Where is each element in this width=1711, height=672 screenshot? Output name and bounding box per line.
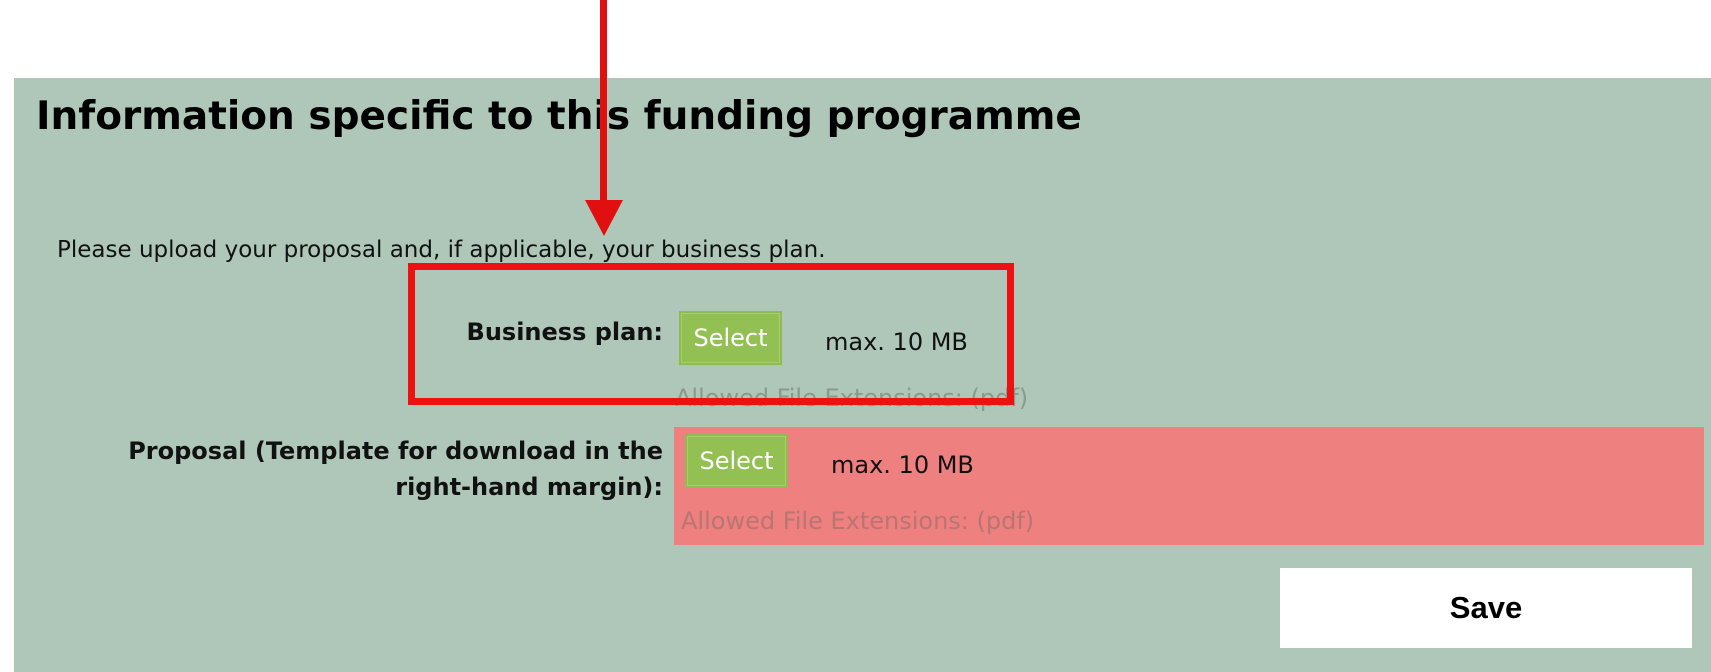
business-plan-max-size: max. 10 MB — [825, 328, 968, 356]
section-title: Information specific to this funding pro… — [36, 94, 1082, 139]
save-button[interactable]: Save — [1280, 568, 1692, 648]
proposal-select-button[interactable]: Select — [685, 434, 788, 488]
business-plan-label: Business plan: — [466, 318, 663, 346]
annotation-arrow-head — [585, 200, 623, 236]
business-plan-allowed-extensions: Allowed File Extensions: (pdf) — [675, 384, 1029, 412]
proposal-max-size: max. 10 MB — [831, 451, 974, 479]
annotation-arrow-shaft — [600, 0, 607, 215]
proposal-label: Proposal (Template for download in the r… — [128, 433, 663, 505]
proposal-label-line2: right-hand margin): — [395, 473, 663, 501]
proposal-allowed-extensions: Allowed File Extensions: (pdf) — [681, 507, 1035, 535]
proposal-label-line1: Proposal (Template for download in the — [128, 437, 663, 465]
upload-instructions: Please upload your proposal and, if appl… — [57, 237, 826, 263]
business-plan-select-button[interactable]: Select — [679, 311, 782, 365]
